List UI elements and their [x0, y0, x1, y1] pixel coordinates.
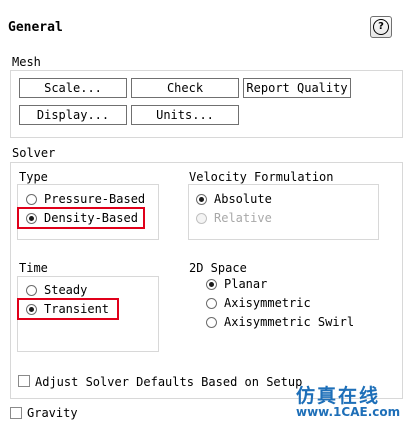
- planar-label: Planar: [224, 277, 268, 291]
- radio-off-icon: [26, 193, 37, 205]
- adjust-solver-defaults-checkbox[interactable]: [18, 375, 30, 387]
- time-label: Time: [19, 261, 48, 275]
- panel-title: General: [8, 20, 63, 35]
- relative-radio[interactable]: Relative: [196, 211, 272, 225]
- 2d-space-label: 2D Space: [189, 261, 247, 275]
- type-label: Type: [19, 170, 48, 184]
- pressure-based-radio[interactable]: Pressure-Based: [26, 192, 145, 206]
- axisymmetric-swirl-radio[interactable]: Axisymmetric Swirl: [206, 315, 354, 329]
- gravity-label: Gravity: [27, 406, 78, 420]
- display-button[interactable]: Display...: [19, 105, 127, 125]
- radio-disabled-icon: [196, 212, 207, 224]
- check-button[interactable]: Check: [131, 78, 239, 98]
- planar-radio[interactable]: Planar: [206, 277, 267, 291]
- help-button[interactable]: ?: [370, 16, 392, 38]
- watermark-cn: 仿真在线: [296, 385, 381, 407]
- radio-off-icon: [26, 284, 37, 296]
- absolute-label: Absolute: [214, 192, 272, 206]
- transient-highlight: [17, 298, 119, 320]
- pressure-based-label: Pressure-Based: [44, 192, 146, 206]
- mesh-group-label: Mesh: [12, 55, 41, 69]
- scale-button[interactable]: Scale...: [19, 78, 127, 98]
- gravity-checkbox[interactable]: [10, 407, 22, 419]
- absolute-radio[interactable]: Absolute: [196, 192, 272, 206]
- solver-group-label: Solver: [12, 146, 56, 160]
- axisymmetric-swirl-label: Axisymmetric Swirl: [224, 315, 355, 329]
- help-icon: ?: [373, 19, 389, 35]
- adjust-solver-defaults-label: Adjust Solver Defaults Based on Setup: [35, 375, 303, 389]
- radio-on-icon: [206, 278, 217, 290]
- velocity-formulation-label: Velocity Formulation: [189, 170, 334, 184]
- axisymmetric-radio[interactable]: Axisymmetric: [206, 296, 311, 310]
- axisymmetric-label: Axisymmetric: [224, 296, 311, 310]
- radio-on-icon: [196, 193, 207, 205]
- steady-radio[interactable]: Steady: [26, 283, 87, 297]
- watermark-url: www.1CAE.com: [296, 405, 401, 419]
- steady-label: Steady: [44, 283, 88, 297]
- radio-off-icon: [206, 297, 217, 309]
- density-based-highlight: [17, 207, 145, 229]
- relative-label: Relative: [214, 211, 272, 225]
- radio-off-icon: [206, 316, 217, 328]
- units-button[interactable]: Units...: [131, 105, 239, 125]
- report-quality-button[interactable]: Report Quality: [243, 78, 351, 98]
